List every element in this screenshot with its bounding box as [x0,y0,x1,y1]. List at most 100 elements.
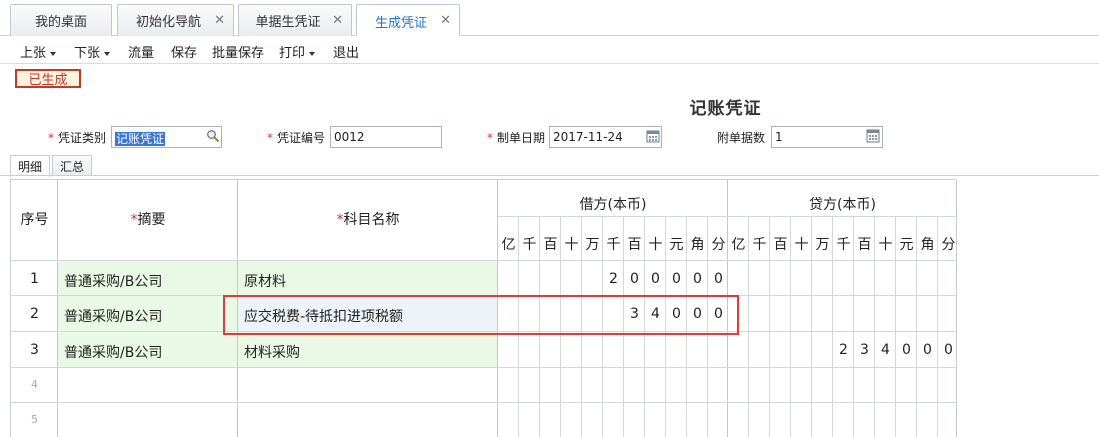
row-account[interactable]: 原材料 [244,271,286,291]
digit-unit-header: 角 [690,237,705,253]
digit-unit-header: 分 [711,237,726,253]
calculator-icon[interactable] [866,129,880,143]
category-label-text: 凭证类别 [58,131,107,145]
debit-digit: 0 [651,271,660,287]
digit-unit-header: 十 [794,237,809,253]
row-index: 4 [31,378,38,391]
credit-digit: 0 [923,342,932,358]
debit-digit: 0 [630,271,639,287]
search-icon[interactable] [206,129,220,143]
required-mark: * [130,212,138,228]
tab-label: 初始化导航 [135,15,201,30]
credit-digit: 0 [902,342,911,358]
date-label-text: 制单日期 [497,131,546,145]
close-icon[interactable]: ✕ [214,13,225,28]
digit-unit-header: 千 [522,237,537,253]
row-index: 5 [31,413,38,426]
tab-detail[interactable]: 明细 [10,155,50,177]
digit-unit-header: 分 [941,237,956,253]
col-account-header: *科目名称 [238,209,498,229]
col-credit-header: 贷方(本币) [809,197,876,213]
col-debit-header: 借方(本币) [579,197,647,213]
col-index-header: 序号 [20,212,49,228]
col-divider [956,180,957,437]
digit-unit-header: 十 [878,237,893,253]
close-icon[interactable]: ✕ [332,13,343,28]
number-label-text: 凭证编号 [277,131,326,145]
credit-digit: 4 [881,342,890,358]
credit-digit: 2 [839,342,848,358]
tab-my-desktop[interactable]: 我的桌面 [10,4,112,36]
digit-unit-header: 亿 [731,237,746,253]
digit-unit-header: 千 [752,237,767,253]
calendar-icon[interactable] [646,129,660,143]
highlight-box [223,295,739,335]
chevron-down-icon [104,51,111,56]
digit-unit-header: 千 [836,237,851,253]
digit-unit-header: 千 [606,237,621,253]
row-summary[interactable]: 普通采购/B公司 [64,271,162,291]
tab-label: 我的桌面 [34,15,87,30]
row-index: 2 [30,306,39,322]
tab-label: 单据生凭证 [255,15,321,30]
chevron-down-icon [50,51,57,56]
row-index: 1 [30,271,39,287]
save-button[interactable]: 保存 [171,42,197,61]
credit-digit: 0 [944,342,953,358]
number-value: 0012 [334,130,365,144]
tab-init-guide[interactable]: 初始化导航 ✕ [117,4,234,36]
header-divider [498,216,957,217]
print-button[interactable]: 打印 [279,42,316,61]
digit-unit-header: 万 [815,237,830,253]
tab-bill-to-voucher[interactable]: 单据生凭证 ✕ [238,4,352,36]
credit-digit: 3 [860,342,869,358]
exit-button[interactable]: 退出 [333,42,359,61]
debit-digit: 0 [693,271,702,287]
row-account[interactable]: 材料采购 [244,342,300,362]
row-divider [11,367,957,368]
digit-unit-header: 百 [543,237,558,253]
date-label: * 制单日期 [487,129,545,146]
voucher-number-input[interactable]: 0012 [330,126,442,148]
row-summary[interactable]: 普通采购/B公司 [64,306,162,326]
row-divider [11,402,957,403]
digit-unit-header: 元 [899,237,914,253]
date-value: 2017-11-24 [553,130,623,144]
toolbar: 上张 下张 流量 保存 批量保存 打印 退出 [0,36,1099,64]
prev-label: 上张 [20,46,47,61]
required-mark: * [336,212,344,228]
print-label: 打印 [279,46,306,61]
required-mark: * [267,131,273,145]
batch-save-button[interactable]: 批量保存 [212,42,264,61]
digit-unit-header: 亿 [501,237,516,253]
required-mark: * [487,131,493,145]
attachments-value: 1 [775,130,783,144]
row-index: 3 [30,342,39,358]
digit-unit-header: 百 [857,237,872,253]
status-badge: 已生成 [15,69,81,88]
tab-generate-voucher[interactable]: 生成凭证 ✕ [356,4,460,37]
category-value: 记账凭证 [115,132,166,146]
prev-button[interactable]: 上张 [20,42,57,61]
required-mark: * [48,131,54,145]
row-summary[interactable]: 普通采购/B公司 [64,342,162,362]
tab-bar: 我的桌面 初始化导航 ✕ 单据生凭证 ✕ 生成凭证 ✕ [0,0,1099,37]
col-summary-text: 摘要 [137,212,166,228]
tab-label: 生成凭证 [374,15,427,31]
digit-unit-header: 十 [564,237,579,253]
digit-unit-header: 角 [920,237,935,253]
digit-unit-header: 百 [773,237,788,253]
chevron-down-icon [309,51,316,56]
subtab-divider [0,175,1099,176]
col-account-text: 科目名称 [343,212,400,228]
digit-unit-header: 百 [627,237,642,253]
flow-button[interactable]: 流量 [128,42,154,61]
header-bottom [11,260,957,261]
attachments-label: 附单据数 [717,131,766,145]
debit-digit: 0 [672,271,681,287]
tab-summary[interactable]: 汇总 [52,155,92,176]
debit-digit: 0 [714,271,723,287]
next-label: 下张 [74,46,101,61]
close-icon[interactable]: ✕ [440,13,451,28]
next-button[interactable]: 下张 [74,42,111,61]
